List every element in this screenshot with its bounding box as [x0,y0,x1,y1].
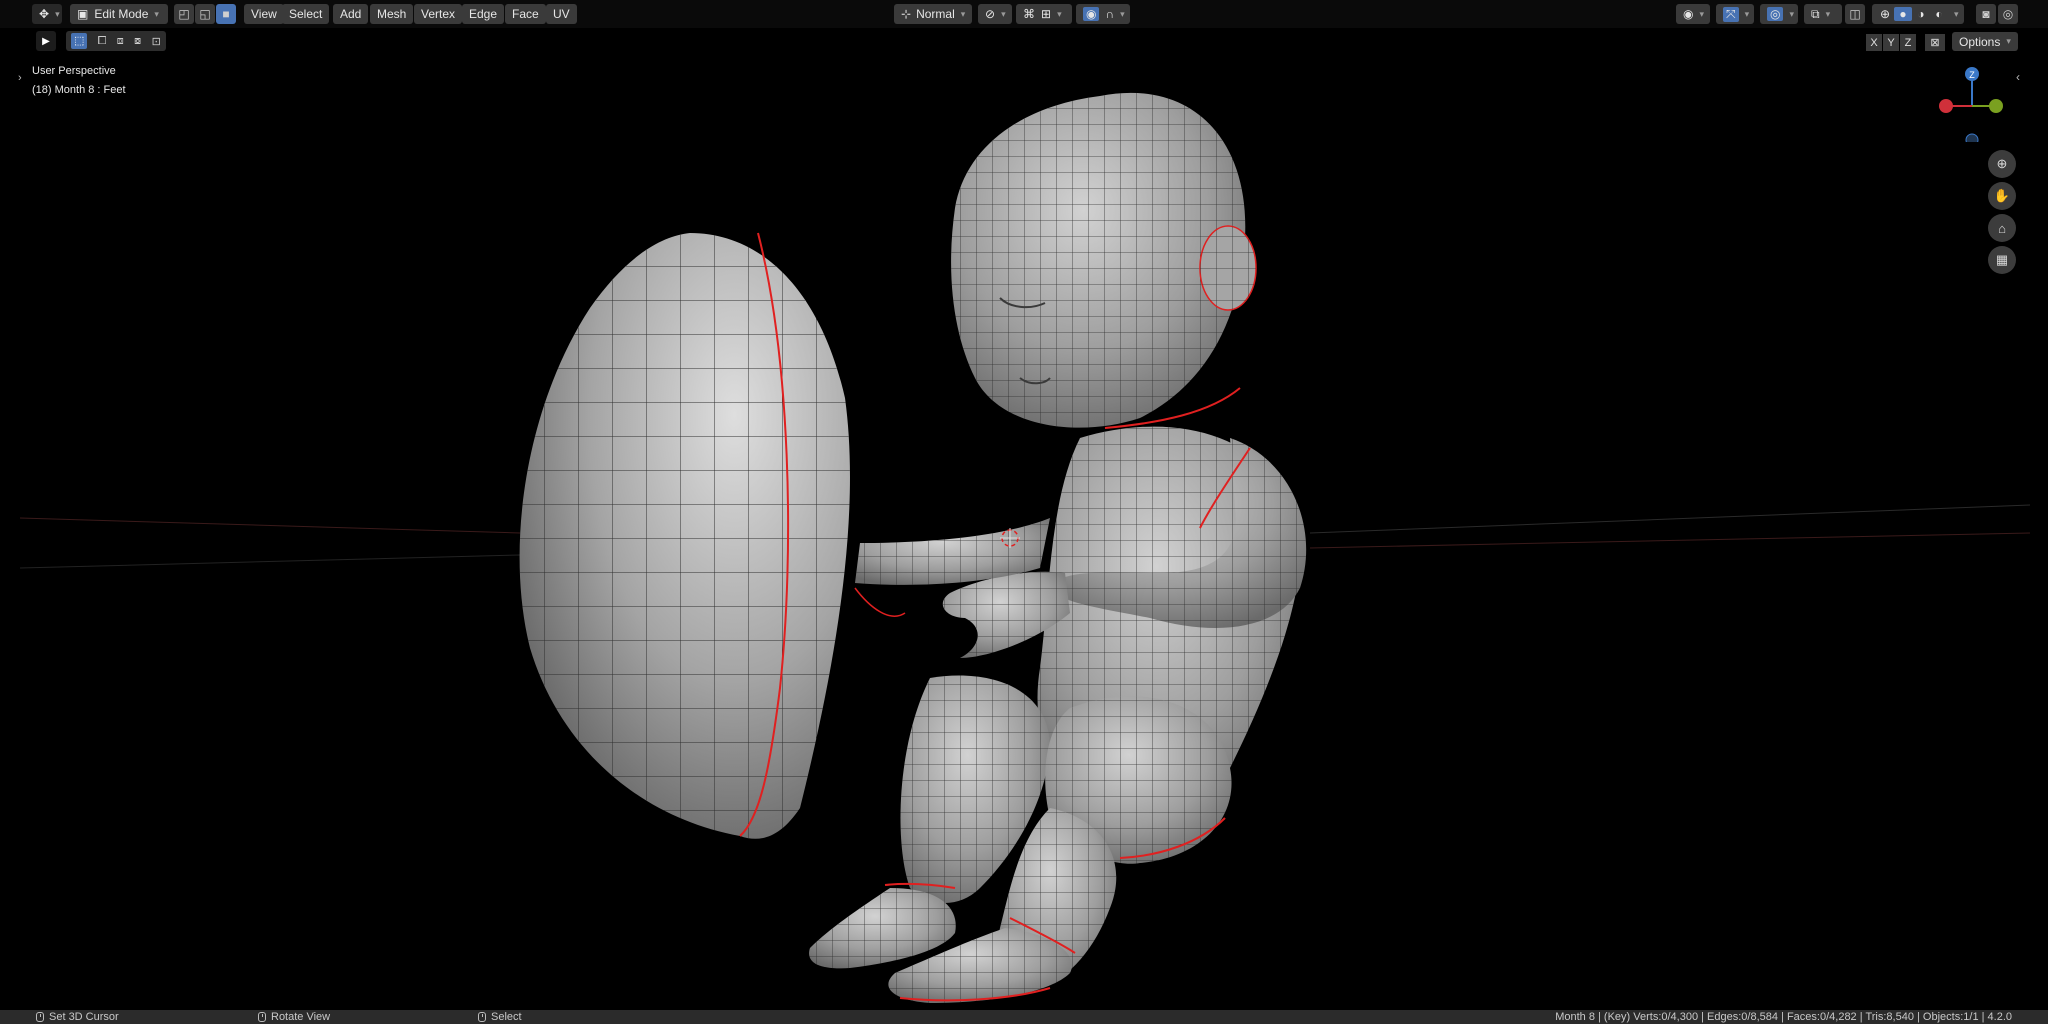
ortho-toggle-button[interactable]: ▦ [1988,246,2016,274]
editor-type-button[interactable]: ✥ ▾ [32,4,62,24]
status-bar: Set 3D Cursor Rotate View Select Month 8… [0,1010,2048,1024]
overlays-icon: ◎ [1767,7,1784,21]
mouse-middle-icon [258,1012,266,1022]
pan-button[interactable]: ✋ [1988,182,2016,210]
hint-label: Set 3D Cursor [49,1011,119,1023]
mouse-right-icon [478,1012,486,1022]
chevron-down-icon: ▾ [1954,8,1959,19]
render-preview-toggle[interactable]: ◙ [1976,4,1996,24]
mode-label: Edit Mode [94,7,149,21]
eye-icon: ◉ [1683,7,1694,21]
grid-icon: ▦ [1995,252,2009,267]
face-select-button[interactable]: ■ [216,4,236,24]
edge-select-button[interactable]: ◱ [195,4,215,24]
hand-icon: ✋ [1993,188,2011,203]
chevron-down-icon: ▾ [1699,8,1705,19]
target-icon: ◎ [2002,7,2014,21]
hint-label: Rotate View [271,1011,331,1023]
gizmo-z-label: Z [1969,70,1975,80]
editor-type-icon: ✥ [39,7,50,21]
material-shading-icon[interactable]: ◑ [1912,7,1930,21]
menu-add[interactable]: Add [333,4,369,24]
mouse-left-icon [36,1012,44,1022]
xray-icon: ◫ [1849,7,1861,21]
chevron-down-icon: ▾ [1744,8,1750,19]
scene-statistics: Month 8 | (Key) Verts:0/4,300 | Edges:0/… [1555,1011,2012,1023]
pivot-icon: ⊘ [985,7,996,21]
zoom-icon: ⊕ [1996,156,2008,171]
gizmo-y-axis[interactable] [1989,99,2003,113]
menu-edge[interactable]: Edge [462,4,505,24]
viewport-3d[interactable] [0,28,2048,1024]
mesh-overlay-icon: ⧉ [1811,6,1820,21]
edge-select-icon: ◱ [199,7,211,21]
chevron-down-icon: ▾ [55,8,60,19]
menu-vertex[interactable]: Vertex [414,4,463,24]
chevron-down-icon: ▾ [960,8,966,19]
grid-line [1309,504,2031,534]
gizmo-x-axis[interactable] [1939,99,1953,113]
shading-mode-group: ⊕ ● ◑ ◐ ▾ [1872,4,1964,24]
snapping-dropdown[interactable]: ⌘ ⊞ ▾ [1016,4,1072,24]
chevron-down-icon: ▾ [1825,8,1831,19]
hint-rotate-view: Rotate View [258,1010,330,1024]
camera-view-button[interactable]: ⌂ [1988,214,2016,242]
edit-mode-icon: ▣ [77,7,89,21]
gizmo-icon: ⤧ [1723,6,1739,22]
rendered-shading-icon[interactable]: ◐ [1930,7,1948,21]
placenta-mesh[interactable] [519,232,850,839]
hint-select: Select [478,1010,522,1024]
xray-toggle[interactable]: ◫ [1845,4,1865,24]
chevron-down-icon: ▾ [1789,8,1795,19]
proportional-icon: ◉ [1083,7,1100,21]
fetus-mesh[interactable] [809,92,1307,1003]
x-axis-line [1309,532,2031,549]
orientation-label: Normal [916,7,955,21]
overlays-toggle[interactable]: ◎ ▾ [1760,4,1798,24]
menu-uv[interactable]: UV [546,4,577,24]
navigation-gizmo[interactable]: Z [1932,62,2012,142]
x-axis-line [19,517,521,534]
menu-face[interactable]: Face [505,4,546,24]
camera-icon: ⌂ [1998,220,2006,236]
grid-line [19,554,521,569]
chevron-down-icon: ▾ [1120,8,1125,19]
mode-selector[interactable]: ▣ Edit Mode ▾ [70,4,168,24]
pivot-point-dropdown[interactable]: ⊘ ▾ [978,4,1012,24]
falloff-icon: ∩ [1105,7,1115,21]
menu-mesh[interactable]: Mesh [370,4,414,24]
solid-shading-icon[interactable]: ● [1894,7,1912,21]
viewport-header: ✥ ▾ ▣ Edit Mode ▾ ◰ ◱ ■ View Select Add M… [0,0,2048,28]
chevron-down-icon: ▾ [1057,8,1062,19]
wireframe-shading-icon[interactable]: ⊕ [1876,7,1894,21]
gizmo-toggle[interactable]: ⤧ ▾ [1716,4,1754,24]
snap-icon: ⌘ [1023,7,1035,21]
gizmo-neg-z-axis[interactable] [1965,133,1979,142]
vertex-select-icon: ◰ [178,7,190,21]
menu-select[interactable]: Select [282,4,330,24]
hint-label: Select [491,1011,522,1023]
menu-view[interactable]: View [244,4,284,24]
record-icon: ◙ [1982,7,1990,21]
transform-orientation-dropdown[interactable]: ⊹ Normal ▾ [894,4,972,24]
zoom-button[interactable]: ⊕ [1988,150,2016,178]
visibility-dropdown[interactable]: ◉ ▾ [1676,4,1710,24]
snap-target-icon: ⊞ [1041,7,1052,21]
vertex-select-button[interactable]: ◰ [174,4,194,24]
chevron-down-icon: ▾ [1001,8,1006,19]
proportional-editing-dropdown[interactable]: ◉ ∩ ▾ [1076,4,1130,24]
chevron-down-icon: ▾ [154,8,159,19]
mesh-edit-overlays-toggle[interactable]: ⧉ ▾ [1804,4,1842,24]
face-select-icon: ■ [222,7,230,21]
orientation-icon: ⊹ [901,7,912,21]
camera-view-toggle[interactable]: ◎ [1998,4,2018,24]
hint-set-cursor: Set 3D Cursor [36,1010,119,1024]
